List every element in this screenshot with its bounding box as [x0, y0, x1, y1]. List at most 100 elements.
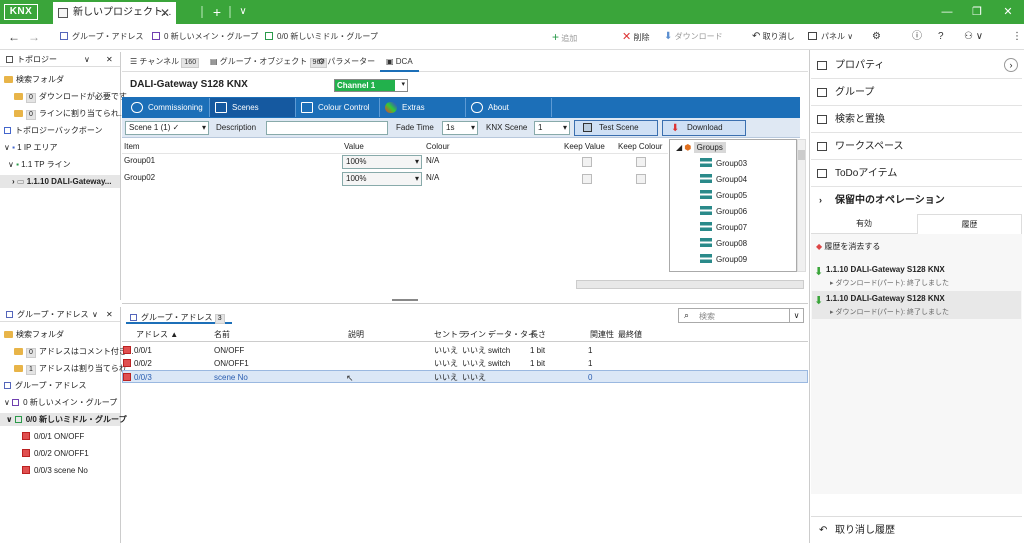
- dca-tab-about[interactable]: About: [466, 98, 552, 117]
- group-node[interactable]: Group07: [670, 220, 796, 236]
- add-tab-button[interactable]: +: [205, 2, 229, 22]
- chevron-right-icon[interactable]: ›: [1004, 58, 1018, 72]
- ga-table-tab[interactable]: グループ・アドレス 3: [126, 311, 232, 324]
- scene-row[interactable]: Group02 100% ▾ N/A: [122, 171, 668, 187]
- dropdown-icon[interactable]: ∨: [84, 52, 90, 67]
- col-description[interactable]: 説明: [348, 328, 364, 342]
- info-icon[interactable]: ⓘ: [912, 24, 922, 50]
- help-icon[interactable]: ?: [938, 24, 944, 50]
- col-association[interactable]: 関連性: [590, 328, 614, 342]
- col-data-type[interactable]: データ・タイ: [488, 328, 536, 342]
- breadcrumb-2[interactable]: 0 新しいメイン・グループ: [152, 24, 258, 50]
- keep-value-checkbox[interactable]: [582, 174, 592, 184]
- pending-operations-item[interactable]: › 保留中のオペレーション: [811, 187, 1022, 214]
- dropdown-icon[interactable]: ∨: [92, 307, 98, 322]
- minimize-button[interactable]: —: [932, 2, 962, 22]
- close-tab-icon[interactable]: ✕: [160, 2, 170, 24]
- col-address[interactable]: アドレス ▲: [136, 328, 178, 342]
- history-entry[interactable]: ⬇ 1.1.10 DALI-Gateway S128 KNX ▸ ダウンロード(…: [812, 262, 1021, 290]
- knx-scene-select[interactable]: 1 ▾: [534, 121, 570, 135]
- description-input[interactable]: [266, 121, 388, 135]
- tree-item[interactable]: 0 アドレスはコメント付き...: [0, 345, 134, 358]
- tree-item[interactable]: 0 ラインに割り当てられ...: [0, 107, 126, 120]
- groups-scroll-thumb[interactable]: [798, 150, 805, 160]
- panel-button[interactable]: パネル ∨: [808, 24, 853, 50]
- expand-icon[interactable]: ∨: [8, 160, 16, 169]
- tree-main-group[interactable]: ∨ 0 新しいメイン・グループ: [0, 396, 120, 409]
- tree-item[interactable]: 1 アドレスは割り当てられ...: [0, 362, 134, 375]
- tree-device[interactable]: › ▭ 1.1.10 DALI-Gateway...: [0, 175, 120, 188]
- chevron-down-icon[interactable]: ∨: [789, 309, 803, 322]
- keep-colour-checkbox[interactable]: [636, 157, 646, 167]
- restore-button[interactable]: ❐: [962, 2, 992, 22]
- properties-item[interactable]: プロパティ ›: [811, 52, 1022, 79]
- table-row-selected[interactable]: 0/0/3 scene No いいえ いいえ 0: [122, 370, 808, 383]
- tab-valid[interactable]: 有効: [811, 214, 917, 234]
- user-icon[interactable]: ⚇ ∨: [964, 24, 983, 50]
- close-panel-icon[interactable]: ✕: [106, 52, 113, 67]
- tab-parameters[interactable]: ⚙ パラメーター: [318, 52, 375, 72]
- search-folder[interactable]: 検索フォルダ: [0, 73, 120, 86]
- channel-select[interactable]: Channel 1 ▾: [334, 79, 408, 92]
- tab-channels[interactable]: ☰ チャンネル 160: [130, 52, 202, 72]
- close-panel-icon[interactable]: ✕: [106, 307, 113, 322]
- dca-tab-commissioning[interactable]: Commissioning: [126, 98, 210, 117]
- breadcrumb-1[interactable]: グループ・アドレス: [60, 24, 144, 50]
- fade-time-select[interactable]: 1s ▾: [442, 121, 478, 135]
- groups-item[interactable]: グループ: [811, 79, 1022, 106]
- tree-line[interactable]: ∨ ▪ 1.1 TP ライン: [0, 158, 120, 171]
- more-icon[interactable]: ⋮: [1012, 24, 1022, 50]
- col-name[interactable]: 名前: [214, 328, 230, 342]
- dca-tab-extras[interactable]: Extras: [380, 98, 466, 117]
- group-node[interactable]: Group04: [670, 172, 796, 188]
- undo-button[interactable]: ↶ 取り消し: [752, 24, 795, 50]
- horizontal-scrollbar[interactable]: [576, 280, 804, 289]
- download-button[interactable]: ⬇ ダウンロード: [664, 24, 723, 50]
- tree-middle-group[interactable]: ∨ 0/0 新しいミドル・グループ: [0, 413, 127, 426]
- tree-item[interactable]: 0 ダウンロードが必要です: [0, 90, 127, 103]
- value-select[interactable]: 100% ▾: [342, 155, 422, 169]
- table-row[interactable]: 0/0/1 ON/OFF いいえ いいえ switch 1 bit 1: [122, 344, 808, 357]
- back-button[interactable]: ←: [8, 24, 20, 50]
- scene-row[interactable]: Group01 100% ▾ N/A: [122, 154, 668, 170]
- table-row[interactable]: 0/0/2 ON/OFF1 いいえ いいえ switch 1 bit 1: [122, 357, 808, 370]
- tab-dca[interactable]: ▣ DCA: [380, 52, 419, 72]
- col-length[interactable]: 長さ: [530, 328, 546, 342]
- splitter-handle[interactable]: [392, 299, 418, 301]
- tab-group-objects[interactable]: ▤ グループ・オブジェクト 967: [210, 52, 330, 72]
- ga-search-box[interactable]: ⌕ 検索 ∨: [678, 308, 804, 323]
- group-node[interactable]: Group05: [670, 188, 796, 204]
- workspace-item[interactable]: ワークスペース: [811, 133, 1022, 160]
- history-entry[interactable]: ⬇ 1.1.10 DALI-Gateway S128 KNX ▸ ダウンロード(…: [812, 291, 1021, 319]
- dca-tab-scenes[interactable]: Scenes: [210, 98, 296, 117]
- tab-dropdown-button[interactable]: ∨: [231, 2, 255, 22]
- topology-backbone[interactable]: トポロジーバックボーン: [0, 124, 120, 137]
- expand-icon[interactable]: ∨: [4, 143, 12, 152]
- search-replace-item[interactable]: 検索と置換: [811, 106, 1022, 133]
- dca-tab-colour-control[interactable]: Colour Control: [296, 98, 380, 117]
- test-scene-button[interactable]: Test Scene: [574, 120, 658, 136]
- expand-icon[interactable]: ∨: [6, 415, 15, 424]
- project-tab[interactable]: 新しいプロジェクト... ✕: [53, 2, 176, 24]
- group-node[interactable]: Group03: [670, 156, 796, 172]
- network-icon[interactable]: ⚙: [872, 24, 881, 50]
- group-address-root[interactable]: グループ・アドレス: [0, 379, 120, 392]
- breadcrumb-3[interactable]: 0/0 新しいミドル・グループ: [265, 24, 378, 50]
- tree-ga-2[interactable]: 0/0/2 ON/OFF1: [0, 447, 120, 460]
- tree-area[interactable]: ∨ ▪ 1 IP エリア: [0, 141, 120, 154]
- download-scene-button[interactable]: ⬇ Download: [662, 120, 746, 136]
- todo-item[interactable]: ToDoアイテム: [811, 160, 1022, 187]
- expand-icon[interactable]: ∨: [4, 398, 12, 407]
- undo-history-item[interactable]: ↶ 取り消し履歴: [811, 516, 1022, 543]
- groups-root[interactable]: ◢ ⬢ Groups: [670, 140, 796, 156]
- close-window-button[interactable]: ✕: [993, 2, 1023, 22]
- add-button[interactable]: + 追加: [552, 24, 577, 50]
- scene-select[interactable]: Scene 1 (1) ✓ ▾: [125, 121, 209, 135]
- search-folder[interactable]: 検索フォルダ: [0, 328, 120, 341]
- tree-ga-3[interactable]: 0/0/3 scene No: [0, 464, 120, 477]
- delete-button[interactable]: ✕ 削除: [622, 24, 649, 50]
- keep-colour-checkbox[interactable]: [636, 174, 646, 184]
- tree-ga-1[interactable]: 0/0/1 ON/OFF: [0, 430, 120, 443]
- clear-history-button[interactable]: ◆ 履歴を消去する: [816, 241, 880, 253]
- keep-value-checkbox[interactable]: [582, 157, 592, 167]
